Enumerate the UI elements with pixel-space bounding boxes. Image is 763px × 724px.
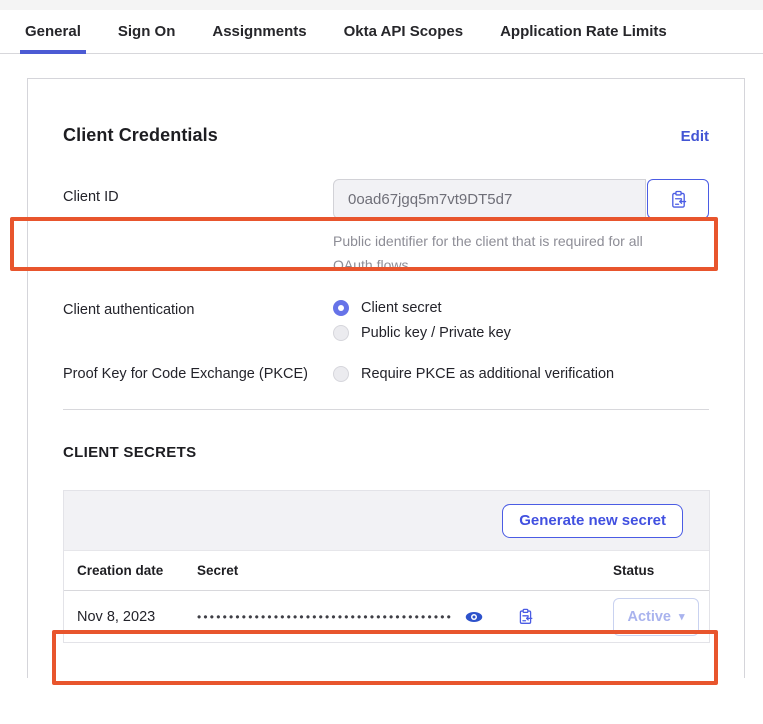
masked-secret-value: •••••••••••••••••••••••••••••••••••••••• [197,610,453,624]
client-id-input[interactable] [333,179,646,219]
tab-application-rate-limits[interactable]: Application Rate Limits [495,10,672,53]
pkce-row: Proof Key for Code Exchange (PKCE) Requi… [63,366,709,382]
reveal-eye-icon [465,611,483,623]
option-client-secret-label: Client secret [361,300,442,316]
generate-new-secret-button[interactable]: Generate new secret [502,504,683,538]
clipboard-copy-icon [517,608,534,625]
reveal-secret-button[interactable] [463,609,485,625]
general-settings-panel: Client Credentials Edit Client ID [27,78,745,678]
option-public-private-key[interactable]: Public key / Private key [333,325,511,341]
radio-selected-icon[interactable] [333,300,349,316]
edit-link[interactable]: Edit [681,128,709,145]
tab-general[interactable]: General [20,10,86,53]
tab-okta-api-scopes[interactable]: Okta API Scopes [339,10,469,53]
secrets-table-header: Creation date Secret Status [64,551,709,591]
secrets-table-toolbar: Generate new secret [64,491,709,551]
chevron-down-icon: ▾ [679,610,685,623]
client-credentials-header: Client Credentials Edit [63,125,709,146]
pkce-option-label: Require PKCE as additional verification [361,366,614,382]
radio-unselected-icon[interactable] [333,325,349,341]
secret-table-row: Nov 8, 2023 ••••••••••••••••••••••••••••… [64,591,709,642]
tab-sign-on[interactable]: Sign On [113,10,181,53]
pkce-label: Proof Key for Code Exchange (PKCE) [63,366,333,382]
client-id-label: Client ID [63,179,333,205]
clipboard-copy-icon [669,190,688,209]
checkbox-unchecked-icon[interactable] [333,366,349,382]
client-authentication-row: Client authentication Client secret Publ… [63,292,709,341]
client-secrets-table: Generate new secret Creation date Secret… [63,490,710,643]
column-header-secret: Secret [197,563,613,578]
copy-secret-button[interactable] [515,606,536,627]
secret-creation-date: Nov 8, 2023 [64,609,197,625]
client-authentication-options: Client secret Public key / Private key [333,292,511,341]
secret-cell: •••••••••••••••••••••••••••••••••••••••• [197,606,613,627]
section-title: Client Credentials [63,125,218,146]
client-secrets-title: CLIENT SECRETS [63,444,709,461]
secret-status-cell: Active ▾ [613,598,709,636]
status-label: Active [627,609,671,625]
column-header-status: Status [613,563,709,578]
client-authentication-label: Client authentication [63,292,333,318]
secret-status-dropdown[interactable]: Active ▾ [613,598,699,636]
pkce-option[interactable]: Require PKCE as additional verification [333,366,614,382]
client-id-row: Client ID [63,179,709,219]
top-chrome-strip [0,0,763,10]
app-tabs: General Sign On Assignments Okta API Sco… [0,10,763,54]
copy-client-id-button[interactable] [647,179,709,219]
column-header-creation-date: Creation date [64,563,197,578]
client-id-field-group [333,179,709,219]
option-client-secret[interactable]: Client secret [333,300,511,316]
client-id-help-text: Public identifier for the client that is… [333,229,678,277]
tab-assignments[interactable]: Assignments [207,10,311,53]
section-divider [63,409,709,410]
option-public-private-key-label: Public key / Private key [361,325,511,341]
